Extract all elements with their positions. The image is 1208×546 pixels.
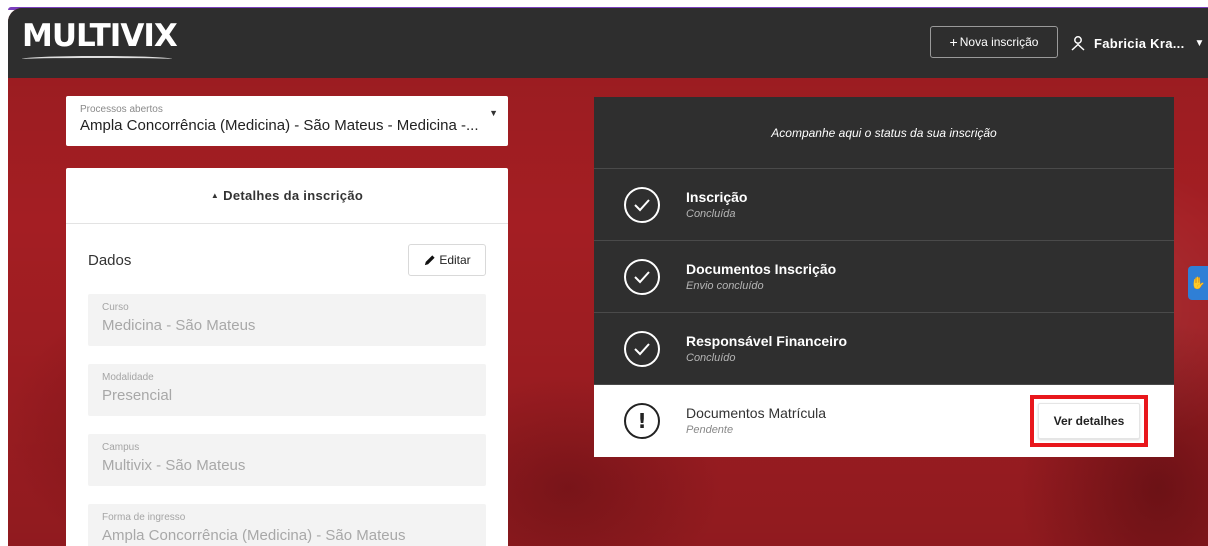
processos-abertos-value: Ampla Concorrência (Medicina) - São Mate… <box>80 117 479 134</box>
pencil-icon <box>425 254 435 265</box>
step-status: Envio concluído <box>686 280 764 292</box>
field-label: Forma de ingresso <box>102 512 186 523</box>
step-title: Documentos Matrícula <box>686 405 827 421</box>
status-heading: Acompanhe aqui o status da sua inscrição <box>594 97 1174 169</box>
step-status: Pendente <box>686 424 734 436</box>
ver-detalhes-button[interactable]: Ver detalhes <box>1038 403 1140 439</box>
user-name: Fabricia Kra... <box>1094 35 1185 51</box>
nova-inscricao-button[interactable]: + Nova inscrição <box>930 26 1058 58</box>
collapse-triangle-icon: ▲ <box>210 191 220 200</box>
check-circle-icon <box>624 259 660 295</box>
step-title: Responsável Financeiro <box>686 333 848 349</box>
field-value: Ampla Concorrência (Medicina) - São Mate… <box>102 527 406 544</box>
plus-icon: + <box>949 34 958 50</box>
status-card: Acompanhe aqui o status da sua inscrição… <box>594 97 1174 458</box>
nova-inscricao-label: Nova inscrição <box>959 35 1039 49</box>
step-inscricao: Inscrição Concluída <box>594 169 1174 241</box>
field-curso: Curso Medicina - São Mateus <box>88 294 486 346</box>
app-window: MULTIVIX + Nova inscrição Fabricia Kra..… <box>8 8 1208 546</box>
step-title: Documentos Inscrição <box>686 261 837 277</box>
step-status: Concluído <box>686 352 736 364</box>
accessibility-widget-icon[interactable]: ✋ <box>1188 266 1208 300</box>
step-documentos-inscricao: Documentos Inscrição Envio concluído <box>594 241 1174 313</box>
exclamation-circle-icon: ! <box>624 403 660 439</box>
chevron-down-icon: ▼ <box>1194 37 1205 49</box>
edit-button-label: Editar <box>439 253 471 267</box>
step-title: Inscrição <box>686 189 748 205</box>
step-responsavel-financeiro: Responsável Financeiro Concluído <box>594 313 1174 385</box>
field-value: Multivix - São Mateus <box>102 457 246 474</box>
dropdown-caret-icon: ▼ <box>489 108 498 118</box>
field-campus: Campus Multivix - São Mateus <box>88 434 486 486</box>
user-icon <box>1071 36 1085 51</box>
user-menu[interactable]: Fabricia Kra... ▼ <box>1070 33 1205 53</box>
details-toggle[interactable]: ▲ Detalhes da inscrição <box>66 168 508 224</box>
dados-title: Dados <box>88 252 132 269</box>
step-documentos-matricula: ! Documentos Matrícula Pendente Ver deta… <box>594 385 1174 457</box>
dados-row: Dados Editar <box>88 244 488 276</box>
top-header: MULTIVIX + Nova inscrição Fabricia Kra..… <box>8 8 1208 78</box>
processos-abertos-select[interactable]: Processos abertos Ampla Concorrência (Me… <box>66 96 508 146</box>
field-label: Curso <box>102 302 129 313</box>
step-status: Concluída <box>686 208 736 220</box>
multivix-logo: MULTIVIX <box>22 18 178 54</box>
edit-button[interactable]: Editar <box>408 244 486 276</box>
field-value: Medicina - São Mateus <box>102 317 256 334</box>
details-toggle-label: Detalhes da inscrição <box>223 188 364 203</box>
processos-abertos-label: Processos abertos <box>80 104 163 115</box>
field-label: Campus <box>102 442 140 453</box>
check-circle-icon <box>624 331 660 367</box>
check-circle-icon <box>624 187 660 223</box>
details-card: ▲ Detalhes da inscrição Dados Editar Cur… <box>66 168 508 546</box>
field-label: Modalidade <box>102 372 154 383</box>
field-forma-de-ingresso: Forma de ingresso Ampla Concorrência (Me… <box>88 504 486 546</box>
logo-swoosh <box>22 56 172 62</box>
field-modalidade: Modalidade Presencial <box>88 364 486 416</box>
field-value: Presencial <box>102 387 173 404</box>
